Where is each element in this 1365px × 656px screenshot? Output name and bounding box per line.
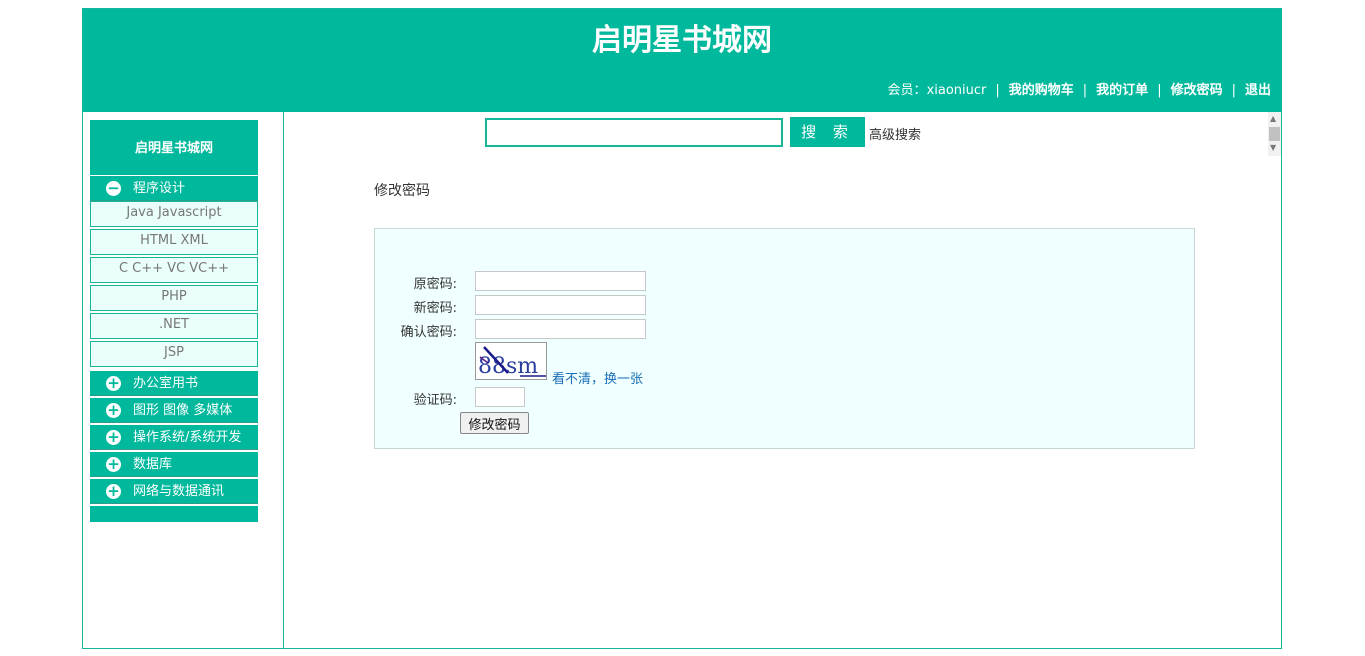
- category-programming[interactable]: − 程序设计: [90, 176, 258, 201]
- category-network[interactable]: + 网络与数据通讯: [90, 479, 258, 504]
- divider: |: [995, 83, 1000, 98]
- sidebar-title: 启明星书城网: [90, 120, 258, 175]
- plus-circle-icon: +: [106, 374, 121, 392]
- category-sidebar: 启明星书城网 − 程序设计 Java Javascript HTML XML C…: [83, 112, 284, 648]
- search-input[interactable]: [485, 118, 783, 147]
- category-label: 图形 图像 多媒体: [133, 403, 233, 418]
- subcategory-item[interactable]: PHP: [90, 285, 258, 311]
- cart-link[interactable]: 我的购物车: [1009, 83, 1074, 98]
- plus-circle-icon: +: [106, 482, 121, 500]
- new-password-field[interactable]: [475, 295, 646, 315]
- category-label: 程序设计: [133, 181, 186, 196]
- submit-change-password-button[interactable]: 修改密码: [460, 412, 529, 434]
- scrollbar[interactable]: ▲ ▼: [1268, 112, 1281, 156]
- logout-link[interactable]: 退出: [1245, 83, 1271, 98]
- subcategory-item[interactable]: Java Javascript: [90, 201, 258, 227]
- plus-circle-icon: +: [106, 455, 121, 473]
- subcategory-item[interactable]: HTML XML: [90, 229, 258, 255]
- member-label: 会员：: [887, 83, 927, 98]
- search-button[interactable]: 搜 索: [790, 117, 865, 147]
- divider: |: [1082, 83, 1088, 98]
- main-content: 搜 索 高级搜索 ▲ ▼ 修改密码 原密码: 新密码: 确认密码: 88sm 看…: [284, 112, 1281, 648]
- new-password-label: 新密码:: [413, 301, 457, 316]
- plus-circle-icon: +: [106, 401, 121, 419]
- scroll-down-arrow-icon[interactable]: ▼: [1270, 143, 1276, 152]
- change-password-link[interactable]: 修改密码: [1171, 83, 1223, 98]
- minus-circle-icon: −: [106, 179, 121, 197]
- page-title: 修改密码: [374, 183, 430, 199]
- advanced-search-link[interactable]: 高级搜索: [869, 124, 921, 143]
- user-topbar: 会员：xiaoniucr | 我的购物车 | 我的订单 | 修改密码 | 退出: [888, 79, 1271, 98]
- plus-circle-icon: +: [106, 428, 121, 446]
- captcha-label: 验证码:: [413, 393, 457, 408]
- category-os[interactable]: + 操作系统/系统开发: [90, 425, 258, 450]
- site-title: 启明星书城网: [592, 23, 772, 58]
- category-label: 操作系统/系统开发: [133, 430, 242, 445]
- category-label: 数据库: [133, 457, 173, 472]
- category-office[interactable]: + 办公室用书: [90, 371, 258, 396]
- scroll-up-arrow-icon[interactable]: ▲: [1270, 114, 1276, 123]
- category-database[interactable]: + 数据库: [90, 452, 258, 477]
- captcha-field[interactable]: [475, 387, 525, 407]
- old-password-label: 原密码:: [413, 277, 457, 292]
- subcategory-item[interactable]: .NET: [90, 313, 258, 339]
- confirm-password-field[interactable]: [475, 319, 646, 339]
- category-graphics[interactable]: + 图形 图像 多媒体: [90, 398, 258, 423]
- username: xiaoniucr: [926, 83, 987, 98]
- subcategory-item[interactable]: C C++ VC VC++: [90, 257, 258, 283]
- category-label: 办公室用书: [133, 376, 199, 391]
- captcha-image[interactable]: 88sm: [475, 342, 547, 380]
- change-password-form: 原密码: 新密码: 确认密码: 88sm 看不清，换一张 验证码: 修改密码: [374, 228, 1195, 449]
- old-password-field[interactable]: [475, 271, 646, 291]
- category-label: 网络与数据通讯: [133, 484, 225, 499]
- confirm-password-label: 确认密码:: [400, 325, 457, 340]
- divider: |: [1231, 83, 1236, 98]
- captcha-refresh-link[interactable]: 看不清，换一张: [552, 368, 643, 387]
- orders-link[interactable]: 我的订单: [1096, 83, 1148, 98]
- subcategory-item[interactable]: JSP: [90, 341, 258, 367]
- scrollbar-thumb[interactable]: [1269, 127, 1280, 141]
- page-frame: 启明星书城网 会员：xiaoniucr | 我的购物车 | 我的订单 | 修改密码 | 退出 启…: [82, 8, 1282, 649]
- sidebar-footer: [90, 506, 258, 522]
- divider: |: [1157, 83, 1162, 98]
- site-header: 启明星书城网 会员：xiaoniucr | 我的购物车 | 我的订单 | 修改密码 | 退出: [83, 9, 1281, 112]
